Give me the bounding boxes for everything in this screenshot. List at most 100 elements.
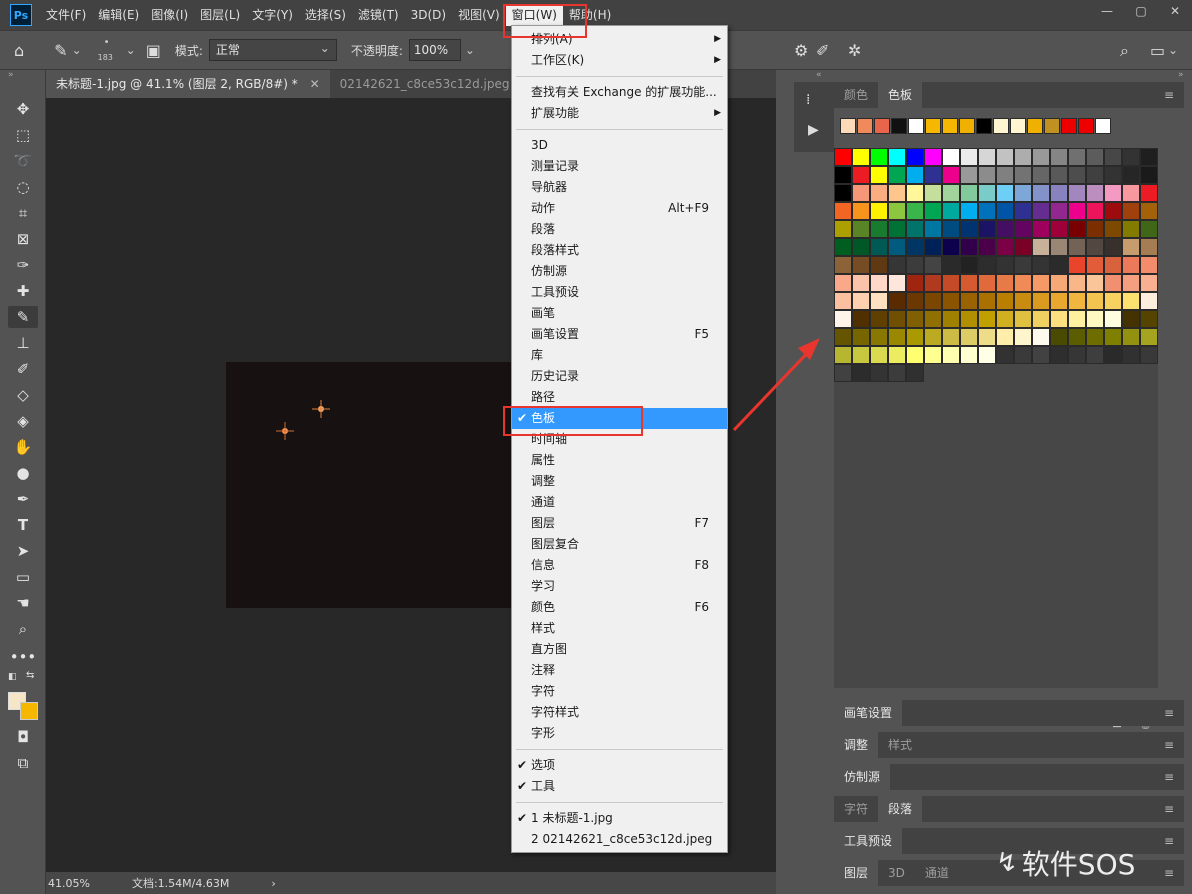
- color-swatch[interactable]: [852, 256, 870, 274]
- crop-tool-icon[interactable]: ⌗: [8, 202, 38, 224]
- color-swatch[interactable]: [960, 148, 978, 166]
- color-swatch[interactable]: [852, 274, 870, 292]
- color-swatch[interactable]: [906, 292, 924, 310]
- color-swatch[interactable]: [978, 238, 996, 256]
- color-swatch[interactable]: [1050, 184, 1068, 202]
- window-menu-item[interactable]: 通道: [512, 492, 727, 513]
- color-swatch[interactable]: [1086, 202, 1104, 220]
- color-swatch[interactable]: [1050, 292, 1068, 310]
- recent-swatch[interactable]: [857, 118, 873, 134]
- recent-swatch[interactable]: [891, 118, 907, 134]
- window-menu-item[interactable]: 信息 F8: [512, 555, 727, 576]
- color-swatch[interactable]: [996, 256, 1014, 274]
- menu-item-3[interactable]: 图层(L): [194, 4, 246, 26]
- color-swatch[interactable]: [834, 166, 852, 184]
- pressure-icon[interactable]: ✐: [816, 41, 829, 60]
- color-swatch[interactable]: [1086, 148, 1104, 166]
- color-swatch[interactable]: [1140, 220, 1158, 238]
- color-swatch[interactable]: [870, 238, 888, 256]
- color-swatch[interactable]: [1032, 274, 1050, 292]
- dock-panel-tab[interactable]: 段落: [878, 796, 923, 822]
- color-swatch[interactable]: [834, 274, 852, 292]
- color-swatch[interactable]: [1140, 184, 1158, 202]
- brush-preset-icon[interactable]: ✎: [54, 41, 67, 60]
- color-swatch[interactable]: [924, 184, 942, 202]
- color-swatch[interactable]: [996, 220, 1014, 238]
- type-tool-icon[interactable]: T: [8, 514, 38, 536]
- color-swatch[interactable]: [852, 238, 870, 256]
- color-swatch[interactable]: [1032, 184, 1050, 202]
- color-swatch[interactable]: [1104, 328, 1122, 346]
- window-menu-item[interactable]: 路径: [512, 387, 727, 408]
- color-swatch[interactable]: [1050, 166, 1068, 184]
- play-icon[interactable]: ▶: [808, 122, 819, 138]
- color-swatch[interactable]: [870, 166, 888, 184]
- color-swatch[interactable]: [1122, 328, 1140, 346]
- brush-size-indicator[interactable]: • 183: [94, 35, 124, 65]
- color-swatch[interactable]: [888, 148, 906, 166]
- stamp-tool-icon[interactable]: ⊥: [8, 332, 38, 354]
- color-swatch[interactable]: [906, 364, 924, 382]
- window-menu-item[interactable]: 直方图: [512, 639, 727, 660]
- menu-item-4[interactable]: 文字(Y): [246, 4, 299, 26]
- color-swatch[interactable]: [888, 220, 906, 238]
- color-swatch[interactable]: [924, 256, 942, 274]
- color-swatch[interactable]: [1086, 184, 1104, 202]
- rectangle-tool-icon[interactable]: ▭: [8, 566, 38, 588]
- window-menu-item[interactable]: 学习: [512, 576, 727, 597]
- color-swatch[interactable]: [924, 166, 942, 184]
- color-swatch[interactable]: [1086, 310, 1104, 328]
- eyedropper-tool-icon[interactable]: ✑: [8, 254, 38, 276]
- window-menu-item[interactable]: 调整: [512, 471, 727, 492]
- dodge-tool-icon[interactable]: ●: [8, 462, 38, 484]
- color-swatch[interactable]: [834, 328, 852, 346]
- color-swatch[interactable]: [852, 202, 870, 220]
- color-swatch[interactable]: [978, 346, 996, 364]
- color-swatch[interactable]: [888, 202, 906, 220]
- color-swatch[interactable]: [888, 310, 906, 328]
- color-swatch[interactable]: [1014, 310, 1032, 328]
- color-swatch[interactable]: [852, 220, 870, 238]
- color-swatch[interactable]: [1122, 292, 1140, 310]
- color-swatch[interactable]: [1140, 238, 1158, 256]
- window-menu-item[interactable]: 画笔设置 F5: [512, 324, 727, 345]
- color-swatch[interactable]: [960, 292, 978, 310]
- color-swatch[interactable]: [1068, 292, 1086, 310]
- color-swatch[interactable]: [996, 328, 1014, 346]
- color-swatch[interactable]: [1014, 328, 1032, 346]
- collapse-arrows-icon[interactable]: »: [8, 70, 14, 80]
- color-swatch[interactable]: [1140, 310, 1158, 328]
- color-swatch[interactable]: [1032, 220, 1050, 238]
- color-swatch[interactable]: [996, 310, 1014, 328]
- mode-select[interactable]: 正常: [208, 38, 337, 61]
- color-swatch[interactable]: [1122, 238, 1140, 256]
- color-swatch[interactable]: [1140, 256, 1158, 274]
- color-swatch[interactable]: [1032, 148, 1050, 166]
- color-swatch[interactable]: [870, 364, 888, 382]
- color-swatch[interactable]: [888, 274, 906, 292]
- history-brush-tool-icon[interactable]: ✐: [8, 358, 38, 380]
- color-swatch[interactable]: [870, 220, 888, 238]
- color-swatch[interactable]: [1086, 256, 1104, 274]
- color-swatch[interactable]: [906, 328, 924, 346]
- home-icon[interactable]: ⌂: [14, 41, 24, 60]
- recent-swatch[interactable]: [1061, 118, 1077, 134]
- color-swatch[interactable]: [960, 166, 978, 184]
- color-swatch[interactable]: [1032, 202, 1050, 220]
- panel-menu-icon[interactable]: ≡: [1164, 738, 1174, 752]
- color-swatch[interactable]: [960, 328, 978, 346]
- color-swatch[interactable]: [1122, 202, 1140, 220]
- zoom-level[interactable]: 41.05%: [48, 877, 90, 890]
- menu-item-6[interactable]: 滤镜(T): [352, 4, 405, 26]
- window-menu-item[interactable]: 图层复合: [512, 534, 727, 555]
- color-swatch[interactable]: [1140, 328, 1158, 346]
- color-swatch[interactable]: [852, 328, 870, 346]
- dock-panel-tab[interactable]: 通道: [915, 860, 959, 886]
- recent-swatch[interactable]: [925, 118, 941, 134]
- color-swatch[interactable]: [1032, 256, 1050, 274]
- color-swatch[interactable]: [1140, 292, 1158, 310]
- color-swatch[interactable]: [1104, 184, 1122, 202]
- color-swatch[interactable]: [924, 292, 942, 310]
- color-swatch[interactable]: [1068, 148, 1086, 166]
- color-swatch[interactable]: [888, 346, 906, 364]
